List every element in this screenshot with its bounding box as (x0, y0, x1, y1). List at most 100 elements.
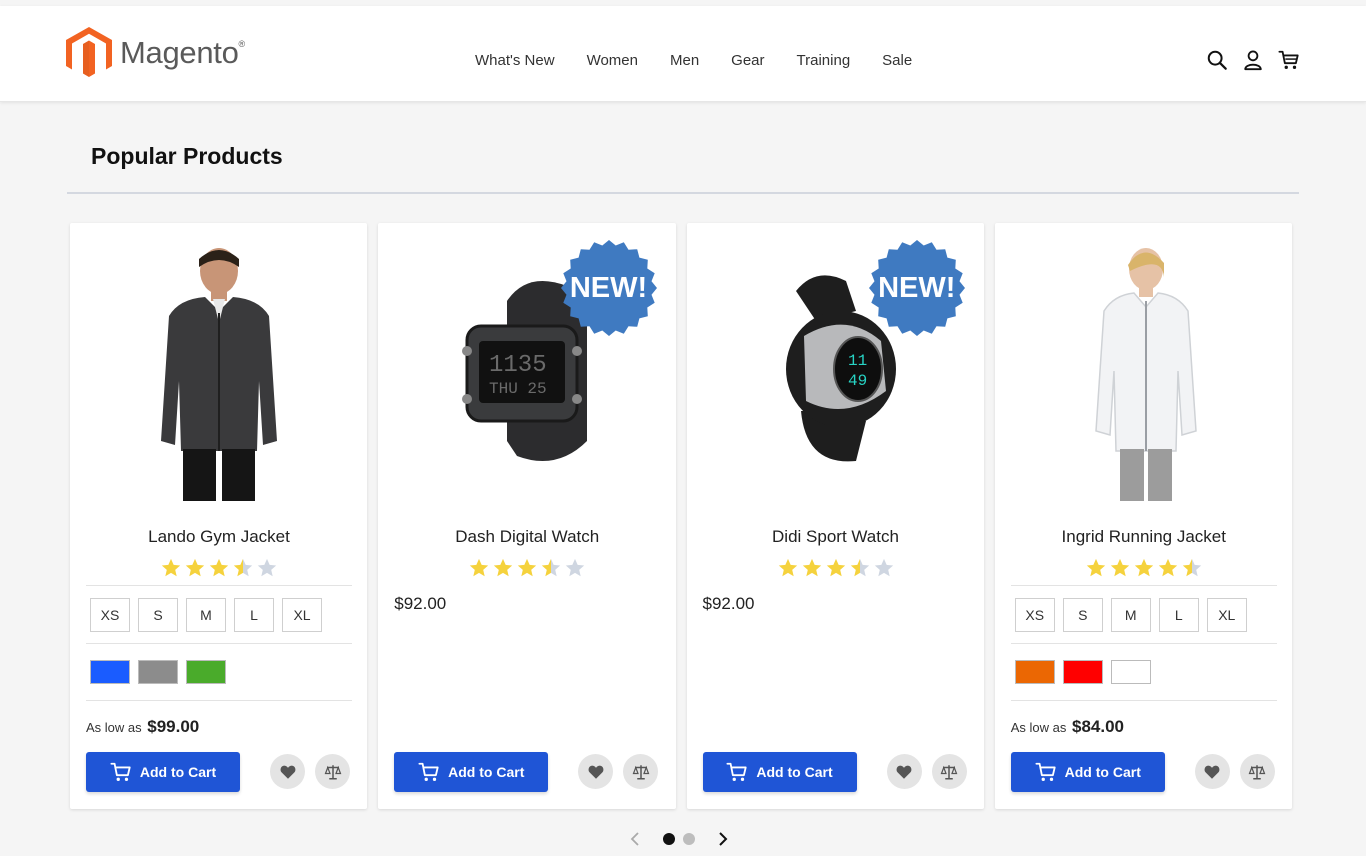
new-badge-label: NEW! (878, 271, 956, 304)
color-swatches (90, 660, 226, 684)
color-swatch-white[interactable] (1110, 660, 1151, 684)
magento-logo-mark-icon (66, 27, 112, 77)
nav-training[interactable]: Training (781, 52, 867, 69)
compare-button[interactable] (1239, 754, 1275, 789)
star-icon (233, 558, 253, 577)
section-title: Popular Products (91, 143, 283, 169)
star-icon (1110, 558, 1129, 577)
cart-icon[interactable] (1278, 49, 1300, 71)
divider (1010, 585, 1277, 586)
cart-icon (110, 762, 131, 781)
scale-icon (1248, 764, 1266, 779)
divider (86, 585, 352, 586)
star-icon (1182, 558, 1201, 577)
size-xs[interactable]: XS (1014, 598, 1055, 632)
wishlist-button[interactable] (886, 754, 922, 789)
nav-men[interactable]: Men (654, 52, 715, 69)
star-icon (1158, 558, 1177, 577)
main-nav: What's New Women Men Gear Training Sale (459, 12, 928, 108)
color-swatch-red[interactable] (1062, 660, 1103, 684)
size-xl[interactable]: XL (1206, 598, 1247, 632)
product-image-jacket-man[interactable] (70, 237, 368, 505)
price: As low as $99.00 (86, 717, 199, 737)
nav-women[interactable]: Women (571, 52, 654, 69)
compare-button[interactable] (931, 754, 967, 789)
wishlist-button[interactable] (1194, 754, 1230, 789)
star-icon (874, 558, 893, 577)
rating-stars (995, 557, 1293, 579)
add-to-cart-button[interactable]: Add to Cart (394, 752, 549, 792)
star-icon (518, 558, 537, 577)
color-swatch-blue[interactable] (90, 660, 130, 684)
rating-stars (70, 557, 368, 579)
heart-icon (1204, 765, 1220, 779)
star-icon (257, 558, 277, 577)
size-xs[interactable]: XS (90, 598, 130, 632)
wishlist-button[interactable] (270, 754, 305, 789)
nav-whats-new[interactable]: What's New (459, 52, 571, 69)
add-to-cart-label: Add to Cart (139, 764, 217, 780)
add-to-cart-button[interactable]: Add to Cart (702, 752, 857, 792)
star-icon (566, 558, 585, 577)
add-to-cart-button[interactable]: Add to Cart (86, 752, 240, 792)
section-divider (67, 192, 1299, 194)
nav-sale[interactable]: Sale (866, 52, 928, 69)
size-xl[interactable]: XL (282, 598, 322, 632)
price-amount: $92.00 (702, 594, 755, 613)
rating-stars (687, 557, 985, 579)
size-s[interactable]: S (138, 598, 178, 632)
rating-stars (378, 557, 676, 579)
account-icon[interactable] (1242, 49, 1264, 71)
size-s[interactable]: S (1062, 598, 1103, 632)
star-icon (826, 558, 845, 577)
scale-icon (632, 764, 650, 779)
prev-arrow-icon[interactable] (625, 826, 645, 852)
cart-icon (1035, 762, 1056, 781)
color-swatch-orange[interactable] (1014, 660, 1055, 684)
size-m[interactable]: M (1110, 598, 1151, 632)
new-badge: NEW! (560, 239, 658, 337)
compare-button[interactable] (315, 754, 350, 789)
size-l[interactable]: L (234, 598, 274, 632)
heart-icon (896, 765, 912, 779)
star-icon (185, 558, 205, 577)
nav-gear[interactable]: Gear (715, 52, 780, 69)
divider (86, 700, 352, 701)
scale-icon (324, 764, 341, 779)
price-prefix: As low as (1010, 720, 1067, 735)
size-l[interactable]: L (1158, 598, 1199, 632)
star-icon (778, 558, 797, 577)
color-swatches (1014, 660, 1151, 684)
cart-icon (726, 762, 748, 781)
magento-logo[interactable]: Magento® (66, 26, 245, 80)
size-m[interactable]: M (186, 598, 226, 632)
pager-dot[interactable] (683, 833, 695, 845)
product-carousel: Lando Gym Jacket XS S M L XL As low as $… (70, 223, 1292, 809)
pager-dot[interactable] (663, 833, 675, 845)
heart-icon (588, 765, 604, 779)
product-name[interactable]: Ingrid Running Jacket (995, 527, 1293, 547)
star-icon (470, 558, 489, 577)
cart-icon (418, 762, 439, 781)
product-name[interactable]: Dash Digital Watch (378, 527, 676, 547)
color-swatch-gray[interactable] (138, 660, 178, 684)
search-icon[interactable] (1206, 49, 1228, 71)
product-name[interactable]: Didi Sport Watch (687, 527, 985, 547)
add-to-cart-label: Add to Cart (1064, 764, 1141, 780)
star-icon (1086, 558, 1105, 577)
price: As low as $84.00 (1011, 717, 1124, 737)
next-arrow-icon[interactable] (713, 826, 733, 852)
product-name[interactable]: Lando Gym Jacket (70, 527, 368, 547)
divider (1010, 700, 1277, 701)
svg-text:1135: 1135 (489, 352, 547, 379)
wishlist-button[interactable] (578, 754, 614, 789)
scale-icon (940, 764, 958, 779)
svg-text:11: 11 (848, 352, 867, 370)
star-icon (802, 558, 821, 577)
color-swatch-green[interactable] (186, 660, 226, 684)
site-header: Magento® What's New Women Men Gear Train… (0, 6, 1366, 102)
price-amount: $84.00 (1072, 717, 1125, 736)
compare-button[interactable] (623, 754, 659, 789)
product-image-jacket-woman[interactable] (995, 237, 1293, 505)
add-to-cart-button[interactable]: Add to Cart (1010, 752, 1165, 792)
